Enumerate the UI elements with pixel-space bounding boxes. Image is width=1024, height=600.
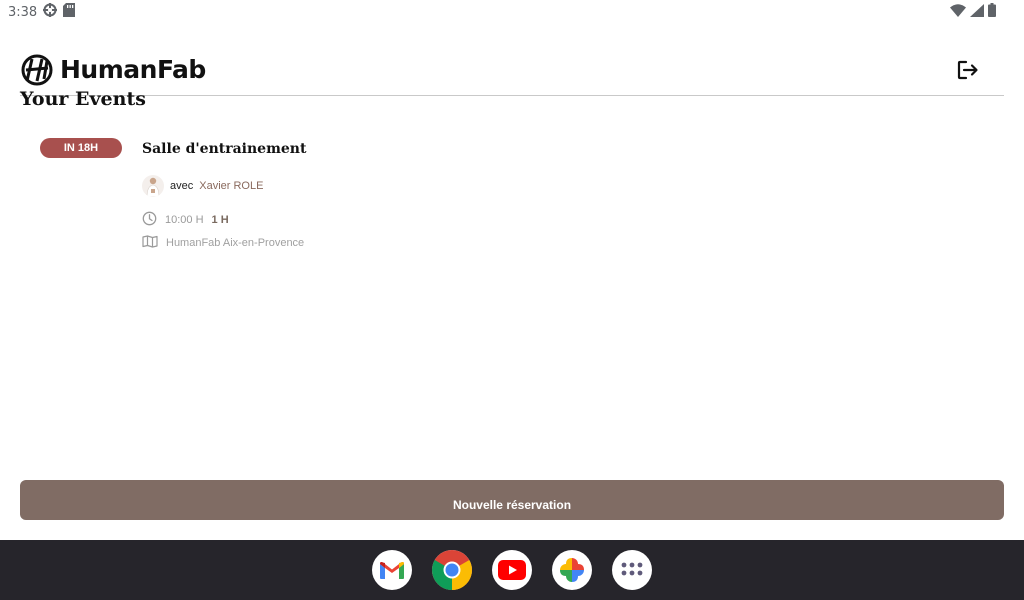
taskbar — [0, 540, 1024, 600]
event-time: 10:00 H — [165, 214, 204, 226]
clock-icon — [142, 211, 157, 229]
brand-name: HumanFab — [60, 55, 206, 84]
app-header: HumanFab — [20, 44, 1004, 96]
chrome-icon[interactable] — [432, 550, 472, 590]
settings-icon — [43, 3, 58, 21]
logout-button[interactable] — [948, 50, 988, 90]
status-bar: 3:38 — [0, 0, 1024, 24]
sd-card-icon — [63, 3, 76, 21]
gmail-icon[interactable] — [372, 550, 412, 590]
app-screen: 3:38 HumanFab Your Events IN 18H Salle d… — [0, 0, 1024, 600]
time-row: 10:00 H 1 H — [142, 211, 229, 229]
location-row: HumanFab Aix-en-Provence — [142, 235, 304, 251]
event-title: Salle d'entrainement — [142, 141, 307, 157]
brand-logo: HumanFab — [20, 50, 206, 90]
wifi-icon — [950, 3, 966, 21]
with-label: avec — [170, 180, 194, 192]
new-reservation-label: Nouvelle réservation — [452, 498, 572, 512]
coach-name[interactable]: Xavier ROLE — [199, 180, 263, 192]
youtube-icon[interactable] — [492, 550, 532, 590]
map-icon — [142, 235, 158, 251]
logout-icon — [957, 60, 978, 79]
event-item[interactable]: IN 18H Salle d'entrainement avec Xavier … — [40, 138, 740, 258]
humanfab-logo-icon — [21, 54, 53, 85]
battery-icon — [988, 3, 996, 21]
coach-row: avec Xavier ROLE — [142, 174, 263, 198]
event-location: HumanFab Aix-en-Provence — [166, 237, 305, 249]
coach-avatar — [142, 175, 164, 197]
status-time: 3:38 — [8, 4, 38, 20]
event-duration: 1 H — [211, 214, 229, 226]
new-reservation-button[interactable]: Nouvelle réservation — [20, 480, 1004, 520]
countdown-badge: IN 18H — [40, 138, 122, 158]
photos-icon[interactable] — [552, 550, 592, 590]
page-title: Your Events — [20, 88, 146, 110]
app-drawer-icon[interactable] — [612, 550, 652, 590]
signal-icon — [970, 3, 984, 21]
